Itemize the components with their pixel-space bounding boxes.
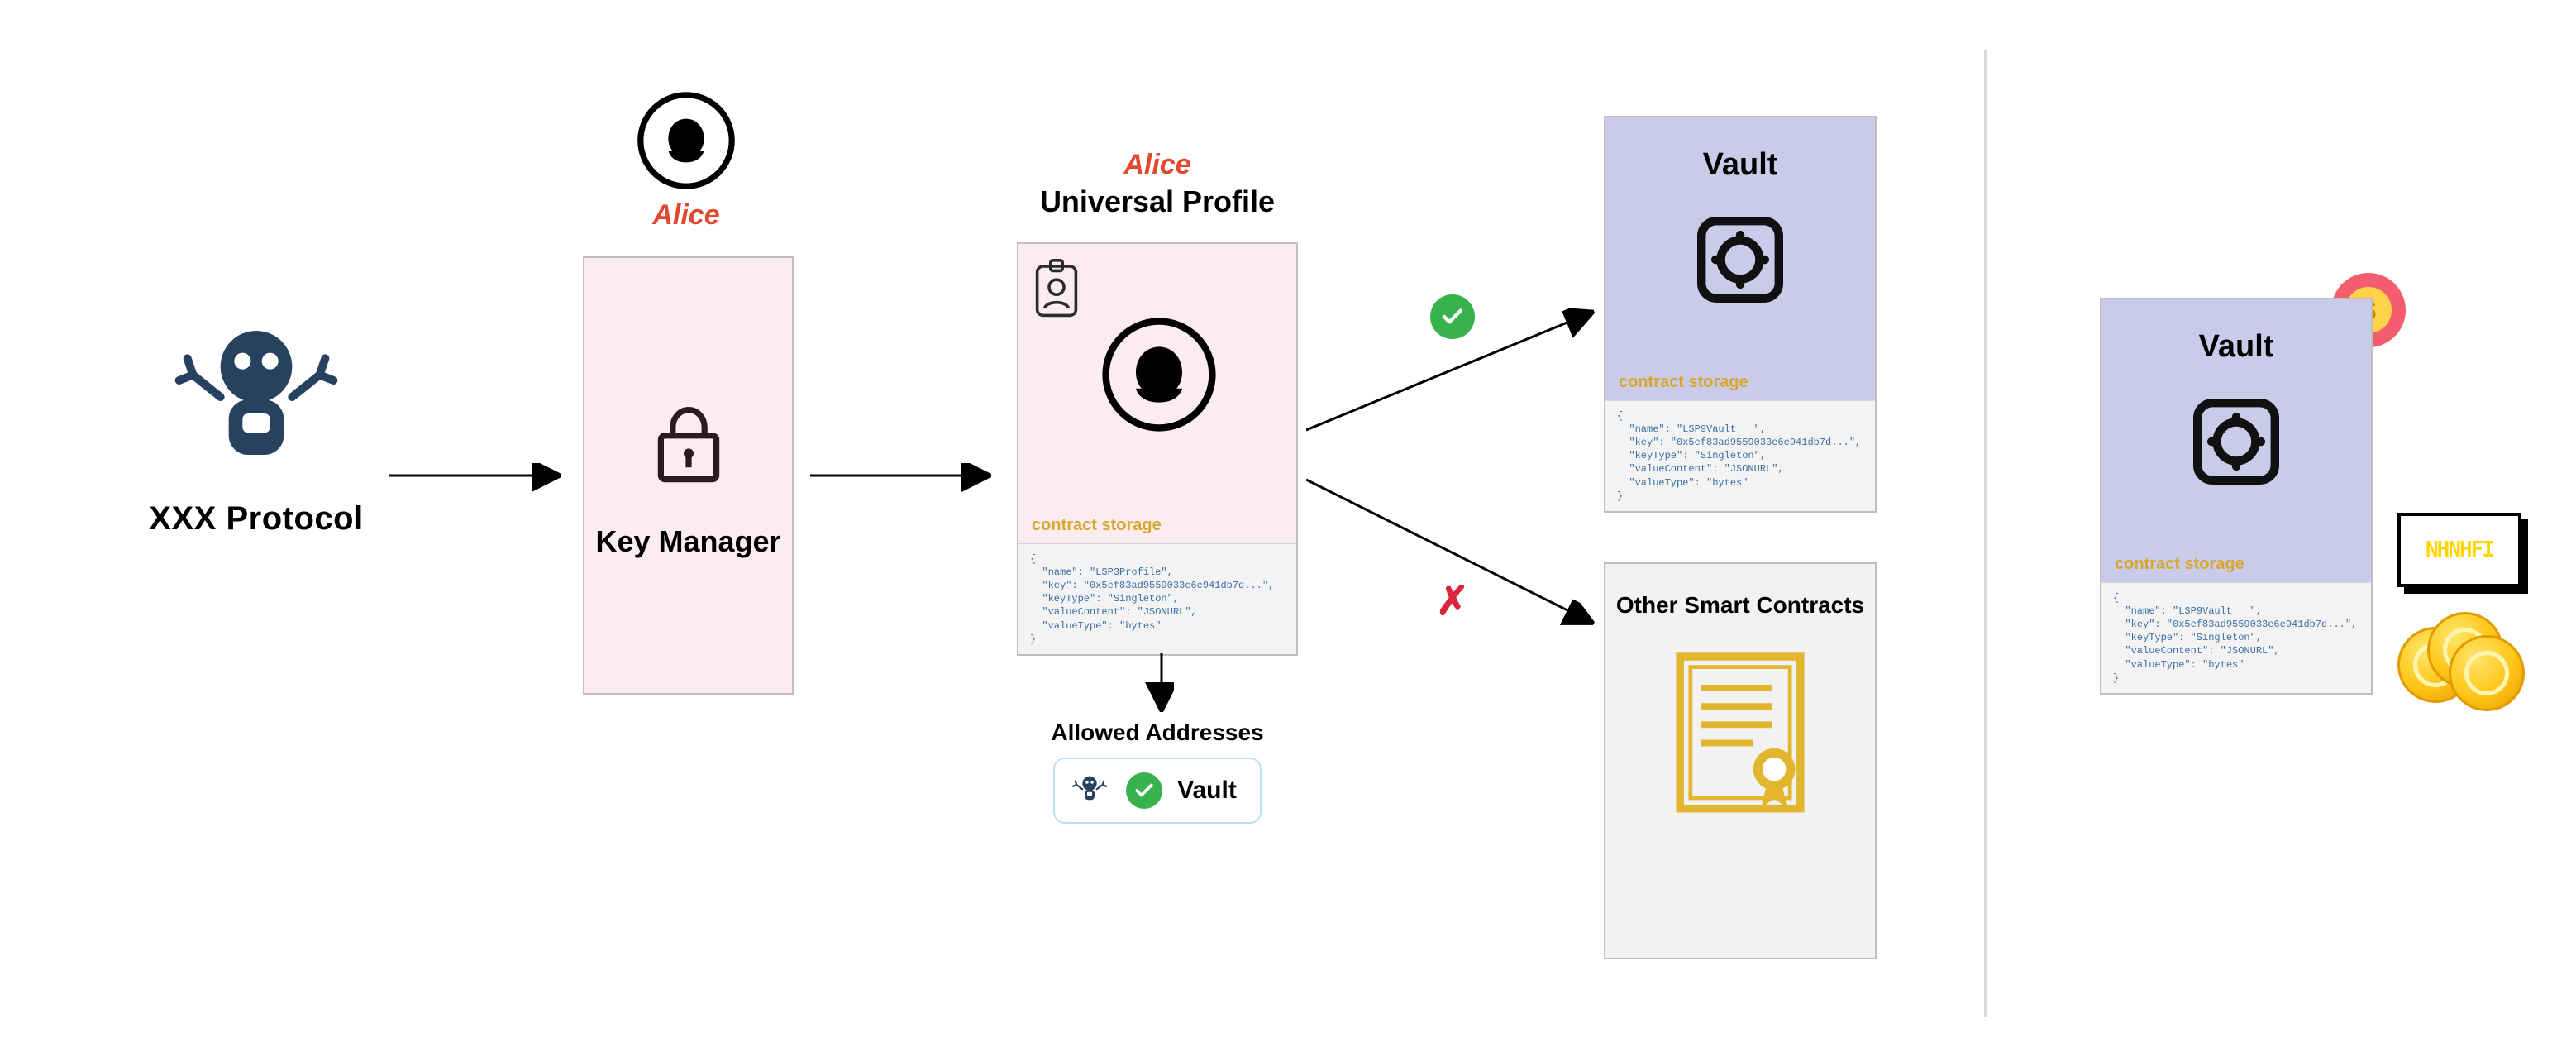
vault-storage-label: contract storage	[1605, 366, 1875, 400]
certificate-document-icon	[1662, 640, 1819, 830]
other-contracts-title: Other Smart Contracts	[1616, 592, 1864, 619]
allowed-address-pill: Vault	[1053, 758, 1262, 824]
allowed-title: Allowed Addresses	[1017, 719, 1298, 746]
protocol-label: XXX Protocol	[141, 500, 372, 538]
up-title: Universal Profile	[1017, 184, 1298, 219]
allowed-item-label: Vault	[1177, 777, 1237, 805]
vault-card: Vault contract storage { "name": "LSP9Va…	[1604, 116, 1877, 513]
allowed-addresses-block: Allowed Addresses Vault	[1017, 719, 1298, 824]
up-storage-label: contract storage	[1018, 509, 1296, 543]
vault-card: Vault contract storage { "name": "LSP9Va…	[2100, 298, 2373, 695]
vault-title: Vault	[1703, 147, 1778, 183]
other-contracts-card: Other Smart Contracts	[1604, 562, 1877, 959]
robot-icon	[1068, 769, 1111, 812]
vault-safe-icon	[1686, 206, 1794, 313]
assets-block: NHNHFI	[2397, 513, 2546, 693]
vault-storage-label: contract storage	[2101, 548, 2371, 582]
protocol-block: XXX Protocol	[141, 314, 372, 538]
id-badge-icon	[1033, 259, 1080, 318]
alice-avatar-block: Alice	[628, 91, 744, 232]
person-silhouette-icon	[637, 91, 736, 190]
diagram-canvas: XXX Protocol Alice Key Manager Alice Uni…	[0, 0, 2576, 1061]
person-silhouette-icon	[1101, 317, 1217, 433]
universal-profile-card: contract storage { "name": "LSP3Profile"…	[1017, 242, 1298, 656]
robot-icon	[174, 314, 339, 480]
vault-storage-json: { "name": "LSP9Vault ", "key": "0x5ef83a…	[1605, 400, 1875, 511]
up-owner-label: Alice	[1017, 149, 1298, 181]
lock-icon	[639, 392, 738, 491]
arrow-icon	[389, 459, 570, 492]
vault-storage-json: { "name": "LSP9Vault ", "key": "0x5ef83a…	[2101, 582, 2371, 693]
universal-profile-block: Alice Universal Profile contract storage…	[1017, 149, 1298, 656]
key-manager-title: Key Manager	[595, 524, 780, 559]
vertical-divider	[1984, 50, 1987, 1017]
vault-title: Vault	[2199, 329, 2274, 365]
checkmark-icon	[1430, 294, 1475, 339]
vault-safe-icon	[2182, 388, 2290, 495]
arrow-icon	[1145, 653, 1178, 719]
coin-stack-icon	[2397, 602, 2521, 693]
alice-name-label: Alice	[628, 199, 744, 232]
key-manager-card: Key Manager	[583, 256, 794, 695]
x-icon: ✗	[1430, 579, 1475, 624]
up-storage-json: { "name": "LSP3Profile", "key": "0x5ef83…	[1018, 543, 1296, 654]
nft-pixel-icon: NHNHFI	[2397, 513, 2521, 587]
checkmark-icon	[1126, 772, 1162, 809]
arrow-icon	[810, 459, 1000, 492]
